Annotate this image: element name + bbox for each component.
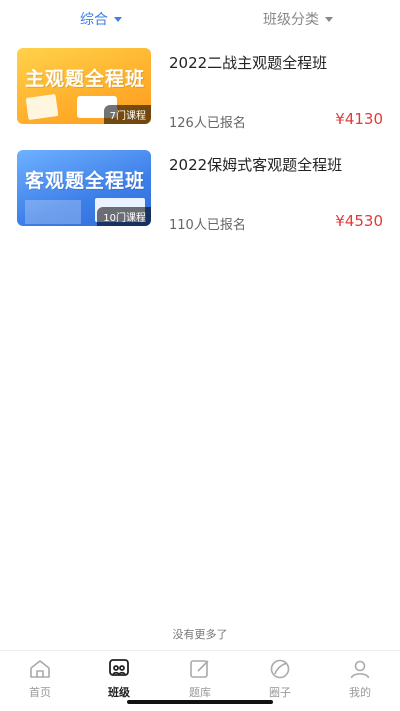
circle-icon <box>270 659 290 679</box>
chevron-down-icon <box>325 16 333 22</box>
tab-profile-label: 我的 <box>349 686 371 699</box>
enrolled-count: 110人已报名 <box>169 218 246 233</box>
tab-circle-label: 圈子 <box>269 686 291 699</box>
home-indicator[interactable] <box>127 700 273 704</box>
tab-circle[interactable]: 圈子 <box>250 657 310 700</box>
tab-class[interactable]: 班级 <box>89 657 149 700</box>
enrolled-count: 126人已报名 <box>169 116 246 131</box>
profile-icon <box>350 660 370 679</box>
filter-comprehensive[interactable]: 综合 <box>80 9 122 29</box>
course-title: 2022保姆式客观题全程班 <box>169 156 343 174</box>
filter-comprehensive-label: 综合 <box>80 12 108 28</box>
filter-bar: 综合 班级分类 <box>0 0 400 36</box>
filter-class-category[interactable]: 班级分类 <box>263 9 333 29</box>
filter-class-category-label: 班级分类 <box>263 12 319 28</box>
course-count-badge: 10门课程 <box>97 207 151 226</box>
course-count-badge: 7门课程 <box>103 105 151 124</box>
course-title: 2022二战主观题全程班 <box>169 54 328 72</box>
tab-question-bank-label: 题库 <box>189 686 211 699</box>
thumbnail-decoration <box>25 94 59 120</box>
tab-home-label: 首页 <box>29 686 51 699</box>
course-thumbnail: 主观题全程班 7门课程 <box>17 48 151 124</box>
question-bank-icon <box>190 660 209 678</box>
course-card[interactable]: 主观题全程班 7门课程 2022二战主观题全程班 126人已报名 ¥4130 <box>17 48 385 131</box>
tab-profile[interactable]: 我的 <box>330 657 390 700</box>
home-icon <box>30 660 50 678</box>
class-icon <box>109 659 129 676</box>
thumbnail-title: 客观题全程班 <box>25 170 146 192</box>
thumbnail-decoration <box>25 200 81 224</box>
course-price: ¥4530 <box>335 212 383 230</box>
thumbnail-title: 主观题全程班 <box>25 68 146 90</box>
list-end-text: 没有更多了 <box>172 628 228 641</box>
course-price: ¥4130 <box>335 110 383 128</box>
tab-class-label: 班级 <box>108 686 130 699</box>
course-thumbnail: 客观题全程班 10门课程 <box>17 150 151 226</box>
chevron-down-icon <box>114 16 122 22</box>
tab-home[interactable]: 首页 <box>10 657 70 700</box>
tab-question-bank[interactable]: 题库 <box>170 657 230 700</box>
course-card[interactable]: 客观题全程班 10门课程 2022保姆式客观题全程班 110人已报名 ¥4530 <box>17 150 385 233</box>
